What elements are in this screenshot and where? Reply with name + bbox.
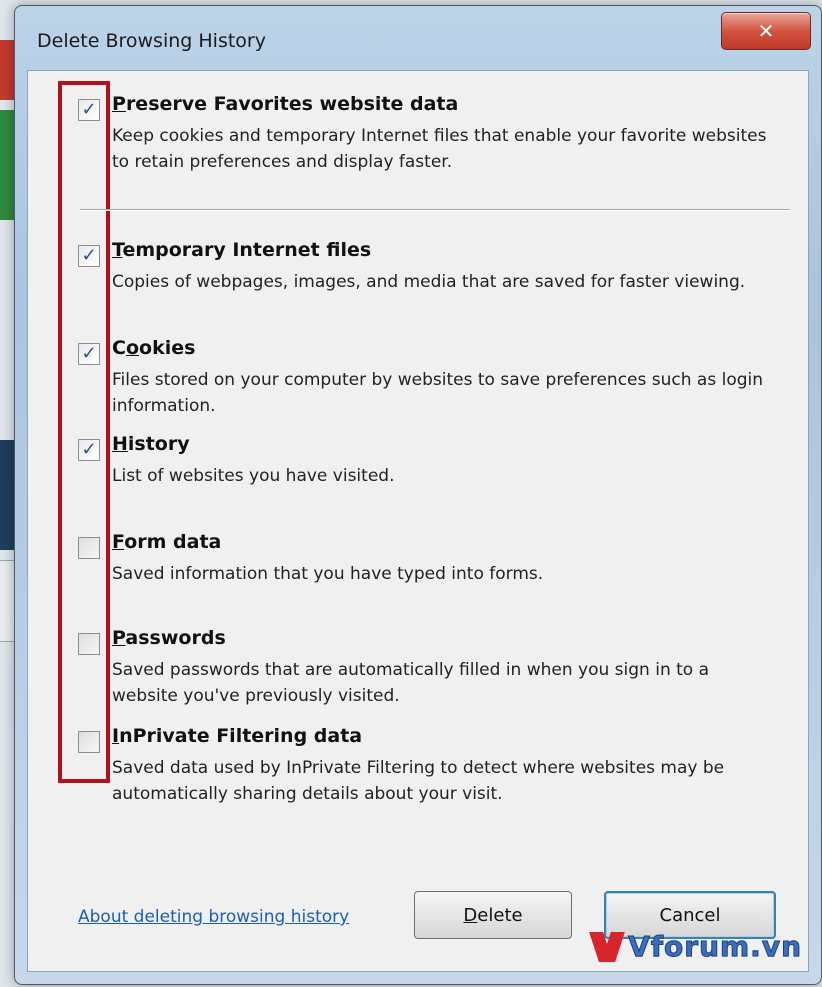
option-title: History: [112, 433, 190, 455]
about-deleting-history-link[interactable]: About deleting browsing history: [78, 907, 349, 927]
check-icon: ✓: [81, 99, 97, 120]
dialog-title: Delete Browsing History: [37, 30, 266, 52]
form-data-checkbox[interactable]: [78, 537, 100, 559]
history-checkbox[interactable]: ✓: [78, 439, 100, 461]
checkbox-highlight-annotation: [58, 81, 110, 783]
check-icon: ✓: [81, 343, 97, 364]
title-bar: Delete Browsing History ✕: [15, 6, 821, 70]
option-description: Saved data used by InPrivate Filtering t…: [112, 758, 725, 804]
inprivate-filtering-checkbox[interactable]: [78, 731, 100, 753]
option-title: Form data: [112, 531, 222, 553]
vforum-logo-icon: [592, 932, 622, 962]
option-title: Passwords: [112, 627, 226, 649]
separator: [80, 209, 790, 211]
check-icon: ✓: [81, 439, 97, 460]
delete-button[interactable]: Delete: [414, 891, 572, 939]
preserve-favorites-checkbox[interactable]: ✓: [78, 99, 100, 121]
option-title: Temporary Internet files: [112, 239, 372, 261]
option-description: Copies of webpages, images, and media th…: [112, 272, 746, 292]
temporary-internet-files-checkbox[interactable]: ✓: [78, 245, 100, 267]
close-button[interactable]: ✕: [721, 12, 811, 50]
option-description: Saved information that you have typed in…: [112, 564, 544, 584]
option-description: List of websites you have visited.: [112, 466, 395, 486]
option-title: Cookies: [112, 337, 196, 359]
watermark: Vforum.vn: [592, 930, 802, 964]
delete-browsing-history-dialog: Delete Browsing History ✕ ✓ Preserve Fav…: [14, 5, 822, 985]
option-title: InPrivate Filtering data: [112, 725, 363, 747]
option-description: Files stored on your computer by website…: [112, 370, 764, 416]
passwords-checkbox[interactable]: [78, 633, 100, 655]
option-description: Saved passwords that are automatically f…: [112, 660, 710, 706]
check-icon: ✓: [81, 245, 97, 266]
watermark-text: Vforum.vn: [628, 930, 802, 964]
option-title: Preserve Favorites website data: [112, 93, 459, 115]
cookies-checkbox[interactable]: ✓: [78, 343, 100, 365]
option-description: Keep cookies and temporary Internet file…: [112, 126, 767, 172]
close-icon: ✕: [757, 19, 775, 43]
dialog-body: ✓ Preserve Favorites website data Keep c…: [27, 70, 809, 972]
